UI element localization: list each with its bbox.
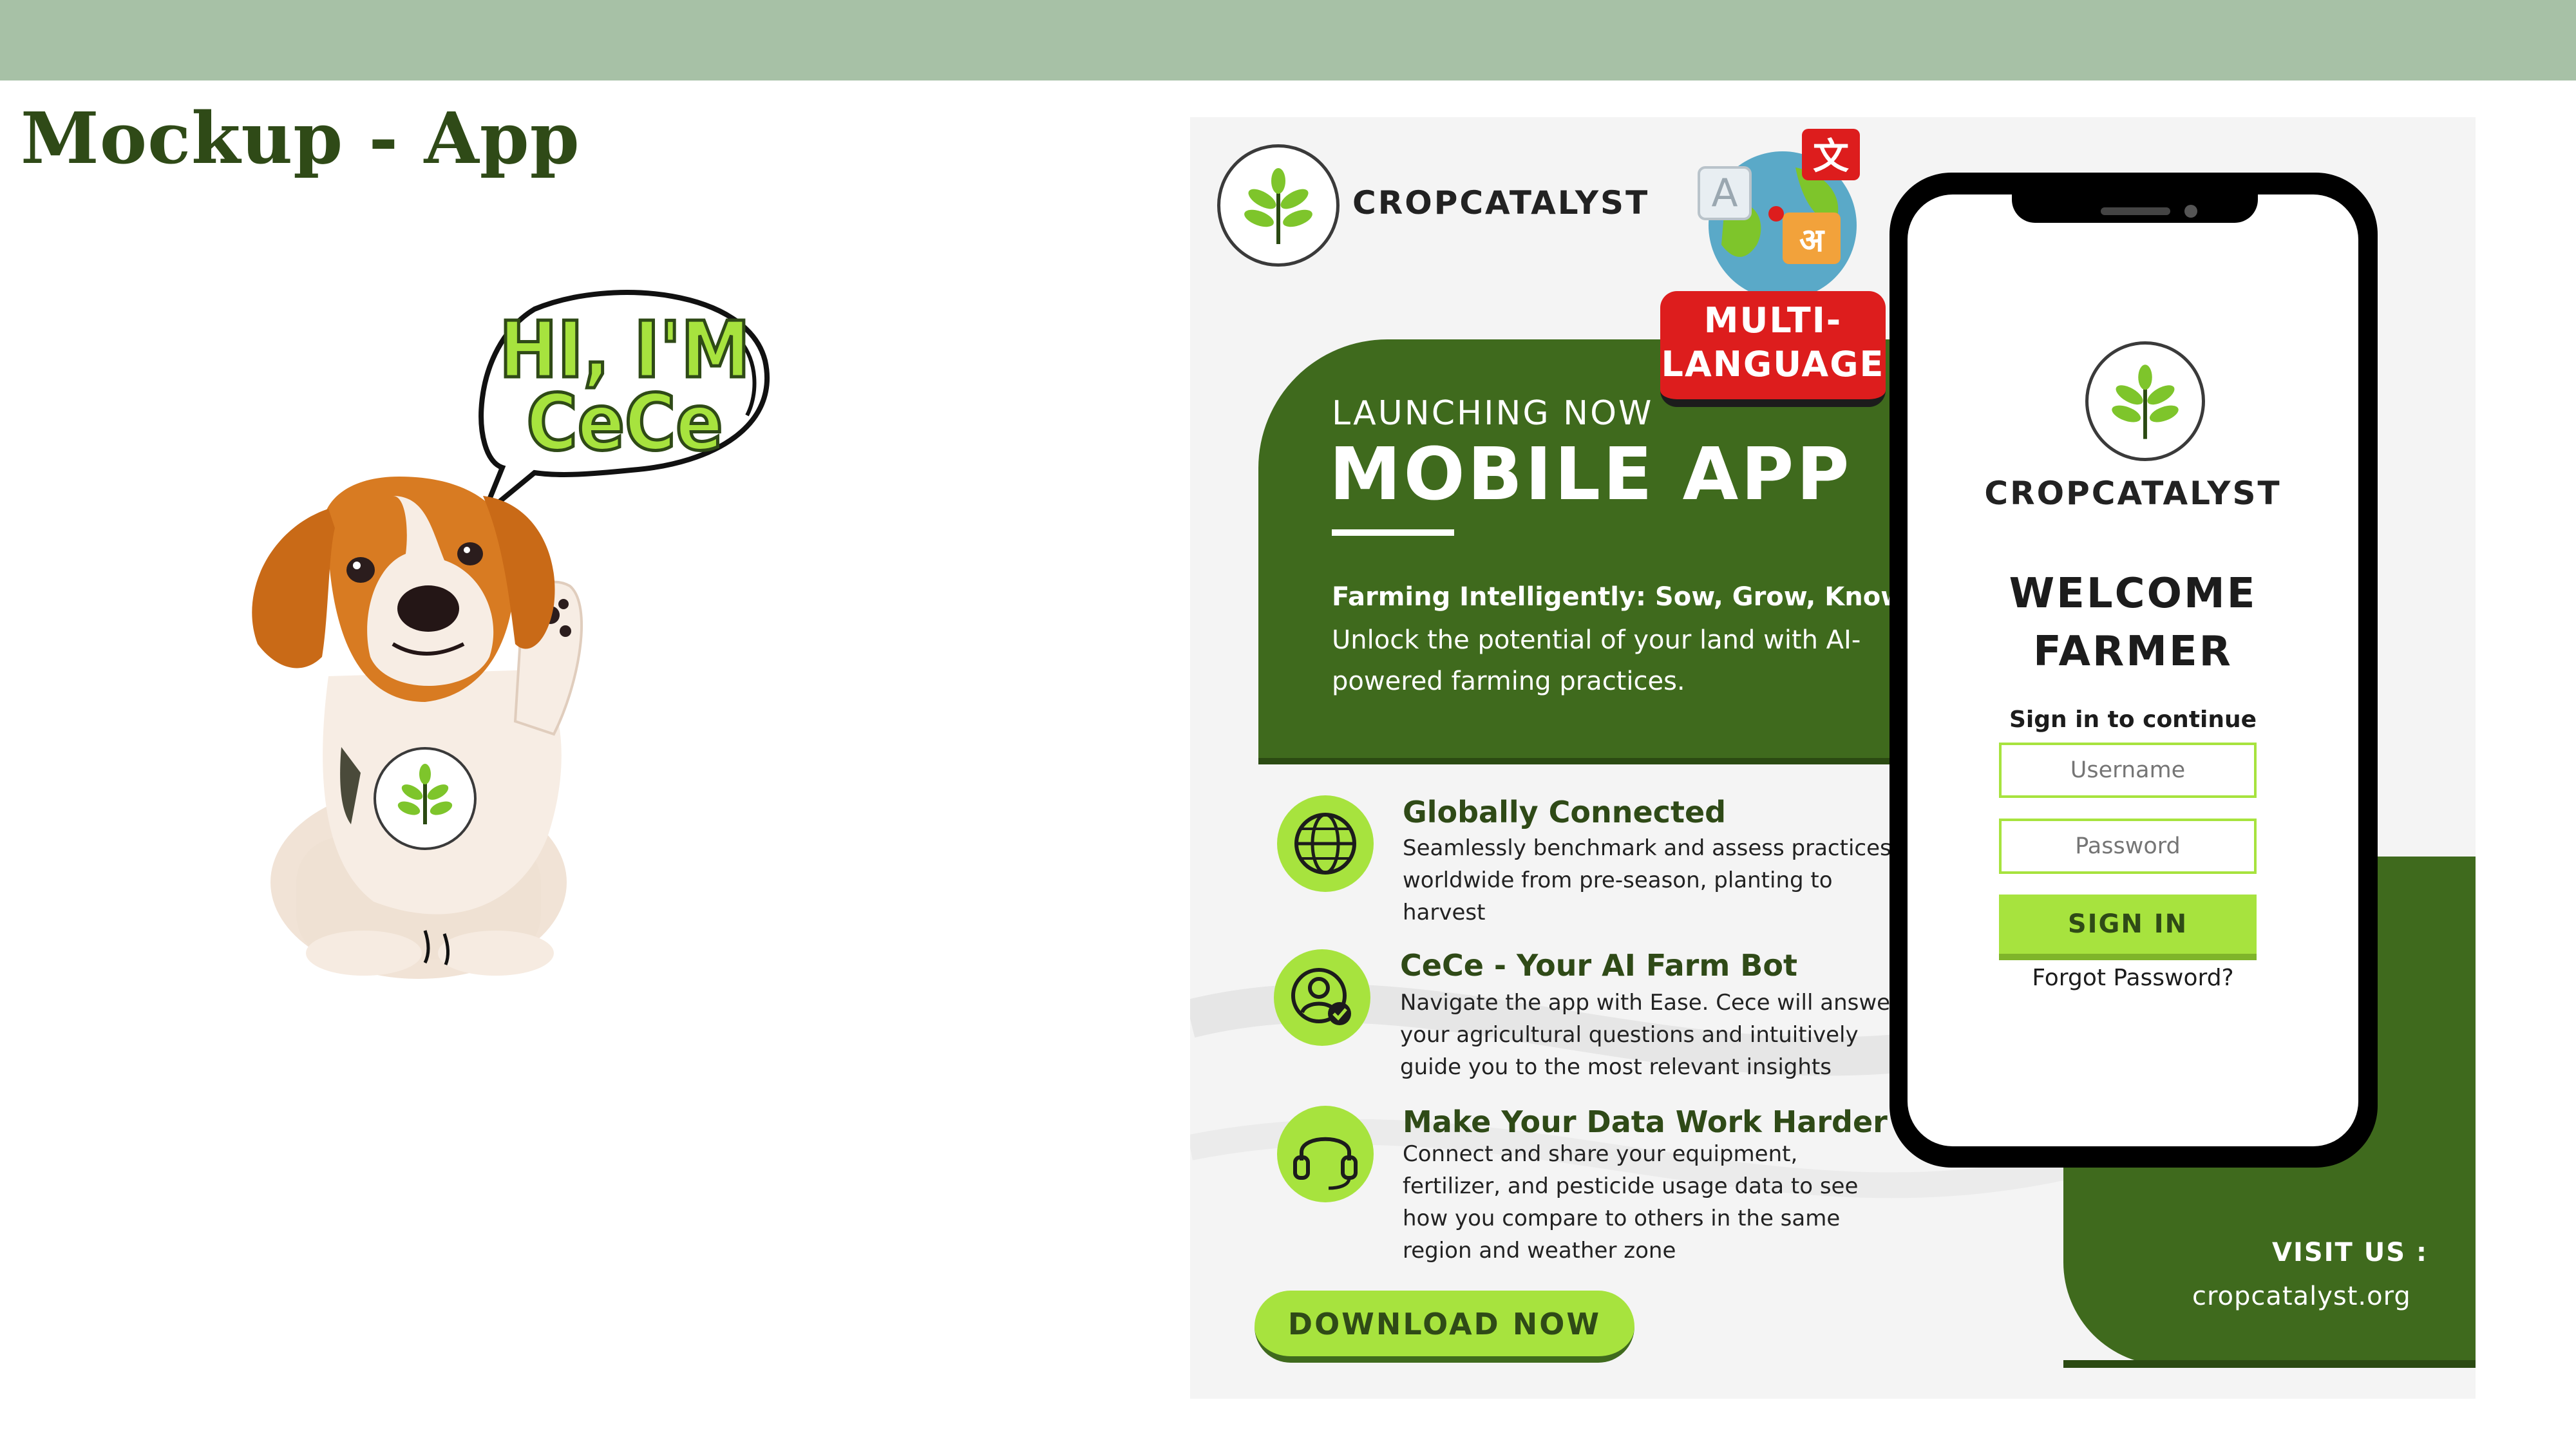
feature-title-2: CeCe - Your AI Farm Bot: [1400, 948, 1797, 983]
phone-brand-name: CROPCATALYST: [1984, 475, 2282, 512]
badge-line-2: LANGUAGE: [1661, 344, 1885, 384]
phone-brand-logo: [2085, 341, 2205, 461]
forgot-password-link[interactable]: Forgot Password?: [1908, 965, 2358, 991]
app-flyer: CROPCATALYST LAUNCHING NOW MOBILE APP Fa…: [1190, 117, 2476, 1399]
brand-name: CROPCATALYST: [1352, 184, 1650, 222]
tagline: Farming Intelligently: Sow, Grow, Know.: [1332, 582, 1913, 612]
svg-text:अ: अ: [1799, 222, 1825, 259]
visit-label: VISIT US :: [2272, 1238, 2428, 1267]
sprout-icon: [2112, 365, 2179, 439]
launch-label: LAUNCHING NOW: [1332, 394, 1654, 433]
visit-url-link[interactable]: cropcatalyst.org: [2192, 1282, 2411, 1311]
download-now-button[interactable]: DOWNLOAD NOW: [1255, 1291, 1634, 1363]
headset-icon: [1293, 1137, 1358, 1190]
phone-speaker: [2101, 207, 2170, 215]
welcome-line-2: FARMER: [2033, 628, 2233, 676]
feature-icon-circle-1: [1277, 795, 1374, 892]
hero-description: Unlock the potential of your land with A…: [1332, 625, 1861, 696]
welcome-heading: WELCOME FARMER: [1908, 565, 2358, 681]
feature-title-3: Make Your Data Work Harder: [1403, 1104, 1888, 1139]
multi-language-badge: MULTI- LANGUAGE: [1660, 291, 1886, 407]
username-field[interactable]: [1999, 743, 2257, 798]
svg-text:A: A: [1711, 171, 1738, 216]
feature-desc-2: Navigate the app with Ease. Cece will an…: [1400, 990, 1900, 1080]
top-bar: [0, 0, 2576, 80]
hero-underline: [1258, 758, 1889, 764]
feature-icon-circle-3: [1277, 1106, 1374, 1202]
sign-in-button[interactable]: SIGN IN: [1999, 895, 2257, 960]
headline-rule: [1332, 529, 1454, 536]
phone-camera: [2184, 205, 2197, 218]
welcome-line-1: WELCOME: [2009, 570, 2257, 618]
visit-panel-underline: [2063, 1360, 2476, 1368]
globe-icon: [1294, 813, 1356, 875]
slide-title: Mockup - App: [21, 97, 580, 180]
feature-icon-circle-2: [1274, 949, 1370, 1046]
brand-logo: [1217, 144, 1340, 267]
globe-translate-icon: A 文 अ: [1698, 129, 1860, 299]
headline: MOBILE APP: [1329, 433, 1852, 516]
speech-bubble: HI, I'M CeCe: [478, 290, 770, 518]
phone-notch: [2012, 184, 2258, 223]
feature-desc-3: Connect and share your equipment, fertil…: [1403, 1141, 1859, 1264]
user-check-icon: [1291, 968, 1351, 1025]
badge-line-1: MULTI-: [1703, 300, 1842, 341]
password-field[interactable]: [1999, 819, 2257, 874]
speech-text-2: CeCe: [527, 379, 723, 468]
feature-title-1: Globally Connected: [1403, 795, 1727, 829]
signin-subtitle: Sign in to continue: [2009, 706, 2257, 733]
svg-text:文: 文: [1813, 136, 1849, 178]
beagle-mascot: HI, I'M CeCe: [252, 290, 770, 979]
feature-desc-1: Seamlessly benchmark and assess practice…: [1403, 835, 1891, 925]
sprout-icon: [1244, 168, 1312, 244]
